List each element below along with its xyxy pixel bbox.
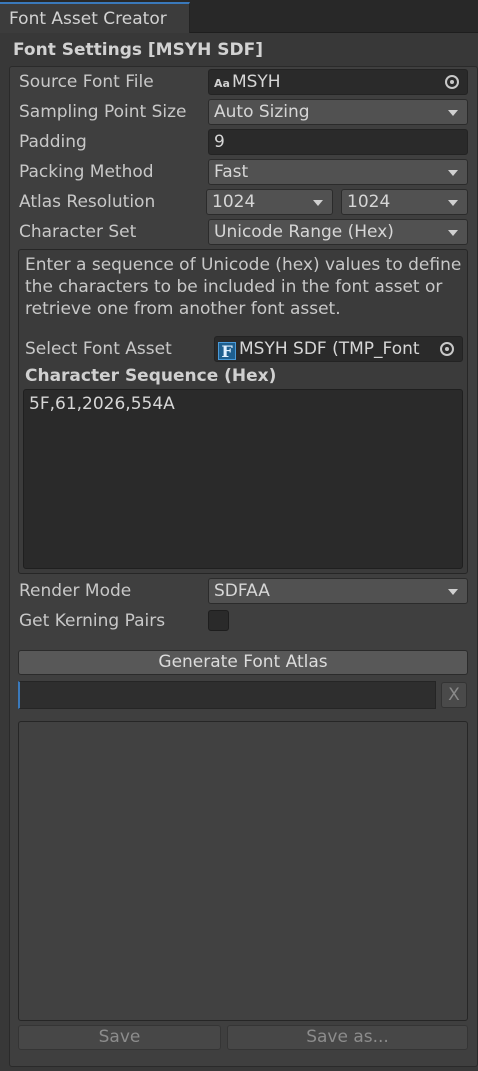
get-kerning-pairs-label: Get Kerning Pairs: [19, 611, 166, 631]
character-set-dropdown[interactable]: Unicode Range (Hex): [208, 219, 468, 245]
atlas-width-dropdown[interactable]: 1024: [206, 189, 333, 215]
object-picker-icon[interactable]: [445, 75, 459, 89]
source-font-file-value: MSYH: [231, 72, 281, 92]
padding-label: Padding: [19, 132, 87, 152]
source-font-file-field[interactable]: Aa MSYH: [208, 69, 468, 95]
get-kerning-pairs-checkbox[interactable]: [208, 610, 229, 631]
atlas-height-dropdown[interactable]: 1024: [341, 189, 468, 215]
packing-method-value: Fast: [214, 162, 249, 182]
dropdown-arrow-icon: [448, 110, 458, 116]
select-font-asset-value: MSYH SDF (TMP_Font: [239, 339, 420, 359]
character-set-label: Character Set: [19, 222, 137, 242]
sampling-point-size-dropdown[interactable]: Auto Sizing: [208, 99, 468, 125]
atlas-width-value: 1024: [212, 192, 256, 212]
object-picker-icon[interactable]: [440, 342, 454, 356]
dropdown-arrow-icon: [448, 170, 458, 176]
character-sequence-label: Character Sequence (Hex): [25, 366, 277, 386]
save-as-button[interactable]: Save as...: [227, 1025, 468, 1050]
render-mode-dropdown[interactable]: SDFAA: [208, 578, 468, 604]
dropdown-arrow-icon: [448, 200, 458, 206]
progress-bar: [18, 681, 436, 709]
sampling-point-size-value: Auto Sizing: [214, 102, 310, 122]
character-set-value: Unicode Range (Hex): [214, 222, 394, 242]
font-asset-icon: F: [218, 342, 236, 360]
clear-button[interactable]: X: [441, 682, 467, 708]
atlas-height-value: 1024: [347, 192, 391, 212]
render-mode-label: Render Mode: [19, 581, 132, 601]
padding-input[interactable]: 9: [208, 129, 468, 155]
section-title: Font Settings [MSYH SDF]: [13, 40, 264, 60]
select-font-asset-field[interactable]: F MSYH SDF (TMP_Font: [214, 336, 463, 362]
dropdown-arrow-icon: [313, 200, 323, 206]
render-mode-value: SDFAA: [214, 581, 270, 601]
sampling-point-size-label: Sampling Point Size: [19, 102, 187, 122]
help-text: Enter a sequence of Unicode (hex) values…: [25, 255, 462, 319]
select-font-asset-label: Select Font Asset: [25, 339, 172, 359]
packing-method-label: Packing Method: [19, 162, 154, 182]
dropdown-arrow-icon: [448, 589, 458, 595]
atlas-resolution-label: Atlas Resolution: [19, 192, 156, 212]
save-button[interactable]: Save: [18, 1025, 221, 1050]
font-file-icon: Aa: [214, 77, 230, 90]
generate-font-atlas-button[interactable]: Generate Font Atlas: [18, 650, 468, 675]
dropdown-arrow-icon: [448, 230, 458, 236]
packing-method-dropdown[interactable]: Fast: [208, 159, 468, 185]
atlas-preview-area: [18, 721, 468, 1021]
character-sequence-textarea[interactable]: 5F,61,2026,554A: [23, 389, 463, 569]
tab-font-asset-creator[interactable]: Font Asset Creator: [0, 2, 190, 33]
source-font-file-label: Source Font File: [19, 72, 154, 92]
